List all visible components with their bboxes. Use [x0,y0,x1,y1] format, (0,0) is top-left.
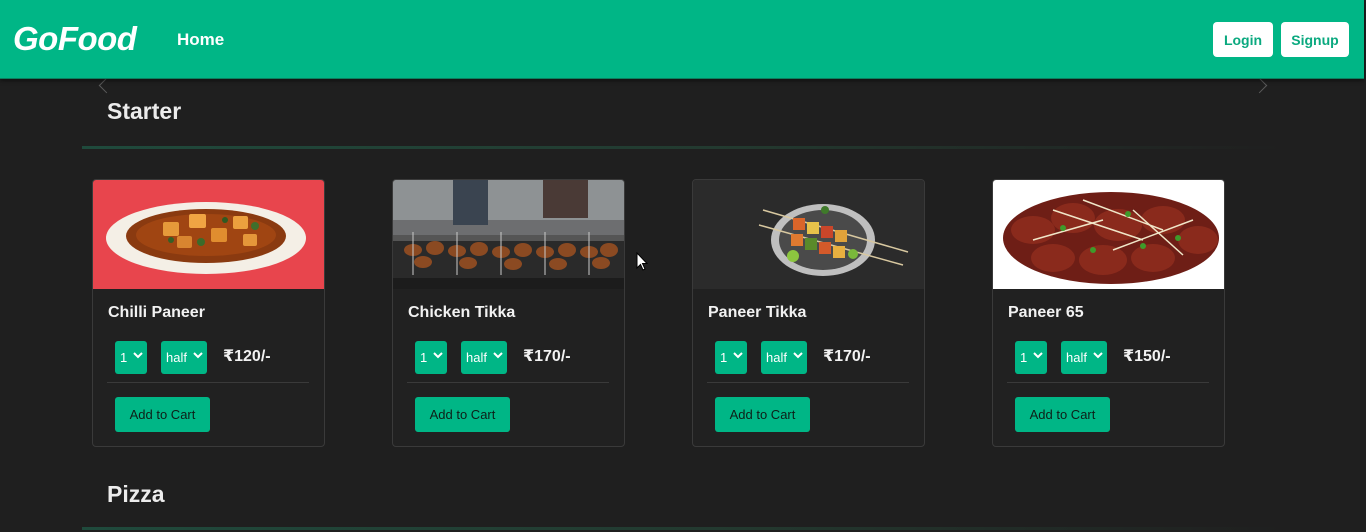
chevron-down-icon [733,352,743,359]
food-card: Chicken Tikka 1 half ₹170/- Add to Cart [392,179,625,447]
quantity-select[interactable]: 1 [115,341,147,374]
card-divider [107,382,309,383]
chevron-down-icon [193,352,203,359]
quantity-value: 1 [120,350,128,365]
quantity-select[interactable]: 1 [1015,341,1047,374]
quantity-select[interactable]: 1 [715,341,747,374]
brand-logo[interactable]: GoFood [13,20,137,58]
section-divider [82,527,1282,530]
login-button[interactable]: Login [1213,22,1273,57]
add-to-cart-button[interactable]: Add to Cart [415,397,510,432]
chevron-down-icon [1033,352,1043,359]
food-price: ₹170/- [823,348,871,365]
card-divider [1007,382,1209,383]
food-price: ₹150/- [1123,348,1171,365]
size-value: half [1066,350,1087,365]
mouse-cursor-icon [636,252,648,271]
paneer-65-image [993,180,1224,289]
chevron-down-icon [493,352,503,359]
size-value: half [466,350,487,365]
size-select[interactable]: half [761,341,807,374]
size-select[interactable]: half [461,341,507,374]
section-title-starter: Starter [107,98,182,124]
chevron-down-icon [793,352,803,359]
food-name: Chicken Tikka [408,304,516,321]
carousel-prev-icon[interactable] [98,77,115,94]
chevron-down-icon [133,352,143,359]
card-divider [407,382,609,383]
quantity-select[interactable]: 1 [415,341,447,374]
food-card: Paneer 65 1 half ₹150/- Add to Cart [992,179,1225,447]
quantity-value: 1 [720,350,728,365]
food-name: Chilli Paneer [108,304,205,321]
section-title-pizza: Pizza [107,481,165,507]
size-select[interactable]: half [161,341,207,374]
add-to-cart-button[interactable]: Add to Cart [1015,397,1110,432]
size-select[interactable]: half [1061,341,1107,374]
nav-home-link[interactable]: Home [177,30,224,50]
chilli-paneer-image [93,180,324,289]
quantity-value: 1 [420,350,428,365]
navbar: GoFood Home Login Signup [0,0,1364,79]
food-price: ₹170/- [523,348,571,365]
size-value: half [766,350,787,365]
carousel-next-icon[interactable] [1251,77,1268,94]
paneer-tikka-image [693,180,924,289]
food-name: Paneer Tikka [708,304,807,321]
add-to-cart-button[interactable]: Add to Cart [715,397,810,432]
chicken-tikka-image [393,180,624,289]
add-to-cart-button[interactable]: Add to Cart [115,397,210,432]
chevron-down-icon [433,352,443,359]
signup-button[interactable]: Signup [1281,22,1349,57]
food-card: Paneer Tikka 1 half ₹170/- Add to Cart [692,179,925,447]
food-card: Chilli Paneer 1 half ₹120/- Add to Cart [92,179,325,447]
chevron-down-icon [1093,352,1103,359]
food-name: Paneer 65 [1008,304,1084,321]
size-value: half [166,350,187,365]
card-divider [707,382,909,383]
food-price: ₹120/- [223,348,271,365]
quantity-value: 1 [1020,350,1028,365]
section-divider [82,146,1282,149]
